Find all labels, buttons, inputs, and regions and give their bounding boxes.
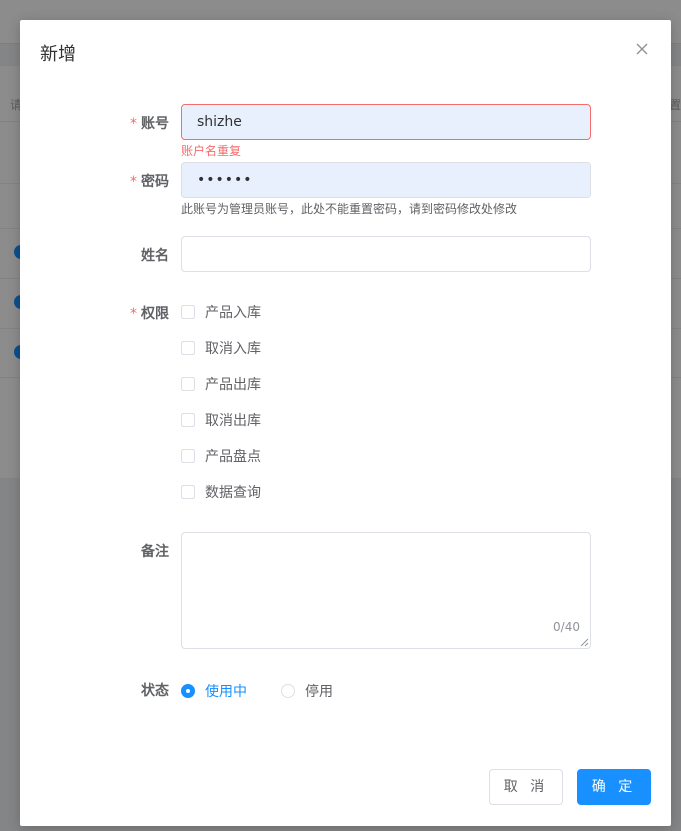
required-mark: *	[130, 306, 137, 322]
permission-checkbox-data-query[interactable]: 数据查询	[181, 482, 261, 502]
name-input[interactable]	[181, 236, 591, 272]
status-label-text: 状态	[141, 683, 169, 699]
checkbox-label: 产品入库	[205, 305, 261, 321]
account-label: * 账号	[130, 113, 169, 133]
remark-textarea[interactable]: 0/40	[181, 532, 591, 649]
permission-checkbox-product-in[interactable]: 产品入库	[181, 302, 261, 322]
permission-checkbox-cancel-in[interactable]: 取消入库	[181, 338, 261, 358]
checkbox-box	[181, 485, 195, 499]
status-label: 状态	[141, 680, 169, 700]
radio-circle	[181, 684, 195, 698]
status-radio-active[interactable]: 使用中	[181, 681, 247, 701]
radio-label: 停用	[305, 684, 333, 700]
password-label: * 密码	[130, 171, 169, 191]
checkbox-box	[181, 413, 195, 427]
account-label-text: 账号	[141, 116, 169, 132]
account-error-text: 账户名重复	[181, 144, 242, 158]
required-mark: *	[130, 116, 137, 132]
radio-circle	[281, 684, 295, 698]
checkbox-box	[181, 341, 195, 355]
permission-checkbox-product-out[interactable]: 产品出库	[181, 374, 261, 394]
checkbox-label: 取消出库	[205, 413, 261, 429]
password-hint-text: 此账号为管理员账号，此处不能重置密码，请到密码修改处修改	[181, 202, 518, 216]
checkbox-label: 产品盘点	[205, 449, 261, 465]
checkbox-label: 取消入库	[205, 341, 261, 357]
remark-char-counter: 0/40	[553, 620, 580, 634]
dialog-title: 新增	[40, 44, 76, 65]
permissions-label: * 权限	[130, 303, 169, 323]
remark-label: 备注	[141, 541, 169, 561]
permission-checkbox-inventory[interactable]: 产品盘点	[181, 446, 261, 466]
password-label-text: 密码	[141, 174, 169, 190]
close-icon-glyph	[636, 43, 648, 55]
checkbox-box	[181, 377, 195, 391]
remark-label-text: 备注	[141, 544, 169, 560]
confirm-button[interactable]: 确 定	[577, 769, 651, 805]
permissions-label-text: 权限	[141, 306, 169, 322]
add-dialog: 新增 * 账号 shizhe 账户名重复 * 密码 •••••• 此账号为管理员账号…	[20, 20, 671, 826]
checkbox-label: 数据查询	[205, 485, 261, 501]
checkbox-box	[181, 305, 195, 319]
resize-handle-icon[interactable]	[580, 638, 589, 647]
cancel-button[interactable]: 取 消	[489, 769, 563, 805]
status-radio-disabled[interactable]: 停用	[281, 681, 333, 701]
checkbox-box	[181, 449, 195, 463]
permission-checkbox-cancel-out[interactable]: 取消出库	[181, 410, 261, 430]
checkbox-label: 产品出库	[205, 377, 261, 393]
password-input[interactable]: ••••••	[181, 162, 591, 198]
account-input[interactable]: shizhe	[181, 104, 591, 140]
close-icon[interactable]	[631, 38, 653, 60]
name-label-text: 姓名	[141, 248, 169, 264]
radio-label: 使用中	[205, 684, 247, 700]
required-mark: *	[130, 174, 137, 190]
name-label: 姓名	[141, 245, 169, 265]
